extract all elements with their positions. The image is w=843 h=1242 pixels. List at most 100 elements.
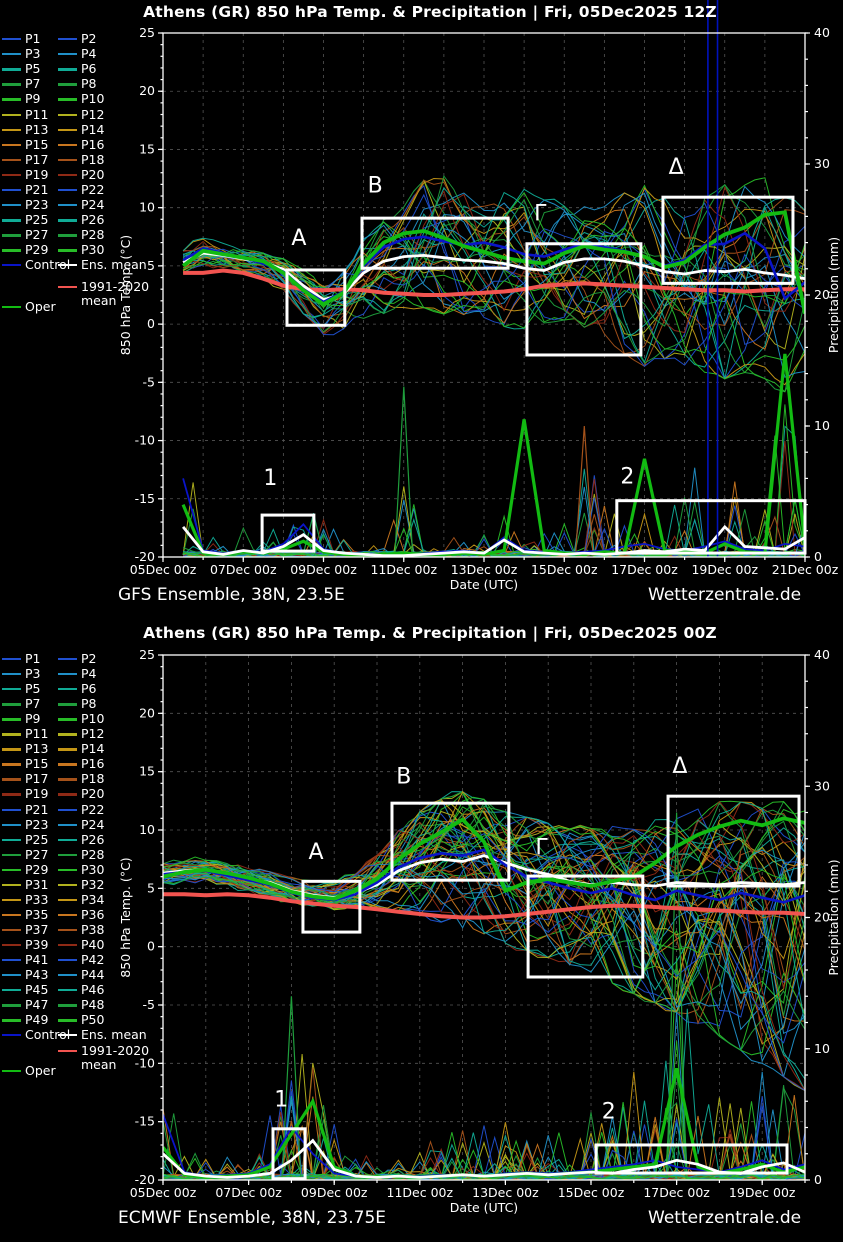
legend-label: P28 — [81, 848, 104, 862]
legend-swatch — [58, 219, 77, 221]
legend-swatch — [58, 1034, 77, 1036]
legend-label: P35 — [25, 908, 48, 922]
legend-swatch — [2, 83, 21, 85]
legend-swatch — [2, 234, 21, 236]
legend-swatch — [2, 144, 21, 146]
legend-label: P22 — [81, 803, 104, 817]
legend-swatch — [2, 189, 21, 191]
svg-text:10: 10 — [814, 418, 830, 433]
annotation-label-B: B — [368, 174, 383, 199]
legend-swatch — [58, 159, 77, 161]
legend-swatch — [58, 189, 77, 191]
legend-swatch — [58, 989, 77, 991]
y-axis-title-right: Precipitation (mm) — [826, 859, 841, 975]
legend-label: P38 — [81, 923, 104, 937]
legend-swatch — [2, 703, 21, 705]
legend-swatch — [2, 98, 21, 100]
legend-swatch — [58, 869, 77, 871]
legend-label: P5 — [25, 682, 41, 696]
legend-swatch — [2, 869, 21, 871]
legend-swatch — [58, 234, 77, 236]
watermark: Wetterzentrale.de — [648, 585, 801, 605]
svg-text:10: 10 — [814, 1041, 830, 1056]
legend-label: P29 — [25, 863, 48, 877]
legend-label: P8 — [81, 77, 97, 91]
legend-swatch — [2, 718, 21, 720]
svg-text:0: 0 — [814, 1172, 822, 1187]
legend-swatch — [58, 38, 77, 40]
legend-label: P19 — [25, 168, 48, 182]
legend-swatch — [58, 673, 77, 675]
legend-swatch — [58, 204, 77, 206]
legend-swatch — [58, 53, 77, 55]
legend-label: P7 — [25, 77, 41, 91]
legend-label: P12 — [81, 108, 104, 122]
gfs-ensemble-panel: Athens (GR) 850 hPa Temp. & Precipitatio… — [0, 0, 843, 621]
model-caption: GFS Ensemble, 38N, 23.5E — [118, 585, 345, 605]
y-axis-title-right: Precipitation (mm) — [826, 237, 841, 353]
legend-swatch — [58, 824, 77, 826]
legend-swatch — [58, 733, 77, 735]
svg-text:09Dec 00z: 09Dec 00z — [301, 1185, 368, 1200]
legend-label: P36 — [81, 908, 104, 922]
legend-label: P14 — [81, 123, 104, 137]
legend-swatch — [58, 129, 77, 131]
legend-label: P34 — [81, 893, 104, 907]
legend-swatch — [2, 748, 21, 750]
legend-swatch — [2, 673, 21, 675]
legend-label: P6 — [81, 682, 97, 696]
legend-label: P40 — [81, 938, 104, 952]
legend-swatch — [58, 959, 77, 961]
annotation-label-2: 2 — [620, 465, 634, 490]
legend-label: P43 — [25, 968, 48, 982]
svg-text:15Dec 00z: 15Dec 00z — [558, 1185, 625, 1200]
legend-label: P37 — [25, 923, 48, 937]
legend-label: P18 — [81, 153, 104, 167]
legend-label: P27 — [25, 848, 48, 862]
legend-swatch — [2, 944, 21, 946]
legend-swatch — [58, 249, 77, 251]
svg-text:19Dec 00z: 19Dec 00z — [729, 1185, 796, 1200]
legend-label: P5 — [25, 62, 41, 76]
legend-swatch — [58, 914, 77, 916]
legend-swatch — [2, 174, 21, 176]
svg-text:05Dec 00z: 05Dec 00z — [130, 1185, 197, 1200]
legend-label: P30 — [81, 243, 104, 257]
annotation-label-Γ: Γ — [535, 836, 548, 861]
svg-text:30: 30 — [814, 156, 830, 171]
legend-label: P4 — [81, 47, 97, 61]
svg-text:0: 0 — [814, 549, 822, 564]
legend-label: P23 — [25, 198, 48, 212]
legend-swatch — [2, 1034, 21, 1036]
legend-swatch — [58, 944, 77, 946]
legend-swatch — [58, 264, 77, 266]
legend-label: P11 — [25, 108, 48, 122]
annotations: ABΓΔ12 — [262, 155, 805, 553]
legend-swatch — [2, 974, 21, 976]
legend-label: P19 — [25, 787, 48, 801]
annotation-label-Δ: Δ — [672, 754, 687, 779]
legend-swatch — [2, 129, 21, 131]
svg-text:40: 40 — [814, 647, 830, 662]
annotation-label-A: A — [291, 226, 306, 251]
legend-label: P48 — [81, 998, 104, 1012]
legend-label: Oper — [25, 300, 56, 314]
legend-label: P33 — [25, 893, 48, 907]
legend-swatch — [2, 249, 21, 251]
legend-swatch — [58, 718, 77, 720]
legend-swatch — [2, 53, 21, 55]
model-caption: ECMWF Ensemble, 38N, 23.75E — [118, 1208, 386, 1228]
svg-text:40: 40 — [814, 25, 830, 40]
legend-swatch — [58, 793, 77, 795]
legend-label: P3 — [25, 667, 41, 681]
legend-label: P26 — [81, 833, 104, 847]
svg-text:30: 30 — [814, 778, 830, 793]
legend-swatch — [2, 38, 21, 40]
legend-swatch — [2, 839, 21, 841]
legend-swatch — [2, 929, 21, 931]
legend-label: P47 — [25, 998, 48, 1012]
legend-swatch — [2, 854, 21, 856]
legend-swatch — [58, 174, 77, 176]
svg-text:05Dec 00z: 05Dec 00z — [130, 562, 197, 577]
legend-swatch — [2, 159, 21, 161]
